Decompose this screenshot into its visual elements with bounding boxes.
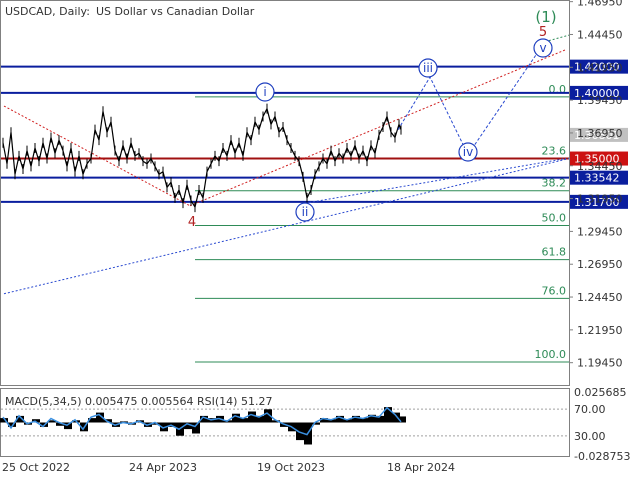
y-tick-label: 1.21950 bbox=[577, 324, 623, 337]
fib-label: 76.0 bbox=[542, 284, 567, 297]
chart-window: USDCAD, Daily: US Dollar vs Canadian Dol… bbox=[0, 0, 640, 480]
indicator-tick-label: 30.00 bbox=[574, 430, 606, 443]
level-price-label: 1.33542 bbox=[574, 172, 620, 185]
y-tick-label: 1.24450 bbox=[577, 291, 623, 304]
y-tick-label: 1.34450 bbox=[577, 160, 623, 173]
x-tick-label: 24 Apr 2023 bbox=[129, 461, 197, 474]
y-tick-label: 1.39450 bbox=[577, 94, 623, 107]
indicator-tick-label: 70.00 bbox=[574, 403, 606, 416]
red-trendline bbox=[189, 49, 567, 207]
indicator-series bbox=[0, 406, 569, 445]
wave-label: iii bbox=[423, 61, 433, 75]
wave-label: iv bbox=[463, 145, 473, 159]
price-chart[interactable]: USDCAD, Daily: US Dollar vs Canadian Dol… bbox=[0, 0, 640, 480]
y-tick-label: 1.26950 bbox=[577, 258, 623, 271]
x-tick-label: 18 Apr 2024 bbox=[387, 461, 455, 474]
red-trendline bbox=[3, 105, 191, 207]
macd-bar bbox=[192, 422, 200, 434]
wave-label: ii bbox=[302, 205, 309, 219]
fib-label: 50.0 bbox=[542, 211, 567, 224]
indicator-label: MACD(5,34,5) 0.005475 0.005564 RSI(14) 5… bbox=[5, 395, 272, 408]
symbol-description: US Dollar vs Canadian Dollar bbox=[96, 5, 255, 18]
y-tick-label: 1.41950 bbox=[577, 61, 623, 74]
trend-lines bbox=[3, 34, 570, 295]
y-tick-label: 1.19450 bbox=[577, 357, 623, 370]
y-tick-label: 1.29450 bbox=[577, 225, 623, 238]
wave-labels: iiiiiiivv45(1) bbox=[188, 8, 557, 230]
y-tick-label: 1.44450 bbox=[577, 28, 623, 41]
price-axis: 1.46950 1.44450 1.41950 1.39450 1.36950 1.344… bbox=[569, 0, 623, 370]
y-tick-label: 1.31950 bbox=[577, 193, 623, 206]
lower-trendline bbox=[3, 158, 570, 295]
fib-label: 61.8 bbox=[542, 246, 567, 259]
symbol-label: USDCAD, Daily: bbox=[5, 5, 90, 18]
indicator-tick-label: -0.028753 bbox=[574, 450, 630, 463]
wave-label: (1) bbox=[535, 8, 556, 26]
macd-bar bbox=[248, 411, 256, 423]
x-tick-label: 19 Oct 2023 bbox=[257, 461, 325, 474]
upper-trendline bbox=[304, 158, 567, 204]
price-panel-frame bbox=[0, 0, 570, 386]
fib-label: 100.0 bbox=[535, 348, 567, 361]
y-tick-label: 1.36950 bbox=[577, 127, 623, 140]
indicator-tick-label: 0.025685 bbox=[574, 386, 627, 399]
projection-line bbox=[397, 41, 546, 156]
indicator-axis: 0.025685 70.00 30.00 -0.028753 bbox=[574, 386, 630, 463]
projection-path bbox=[397, 41, 546, 156]
wave-label: 5 bbox=[539, 25, 547, 40]
fibonacci-levels: 0.023.638.250.061.876.0100.0 bbox=[195, 83, 569, 363]
y-tick-label: 1.46950 bbox=[577, 0, 623, 9]
wave-label: v bbox=[539, 41, 546, 55]
wave-label: i bbox=[263, 85, 266, 99]
macd-bar bbox=[232, 413, 240, 423]
wave-label: 4 bbox=[188, 215, 196, 230]
x-tick-label: 25 Oct 2022 bbox=[2, 461, 70, 474]
fib-label: 23.6 bbox=[542, 145, 567, 158]
